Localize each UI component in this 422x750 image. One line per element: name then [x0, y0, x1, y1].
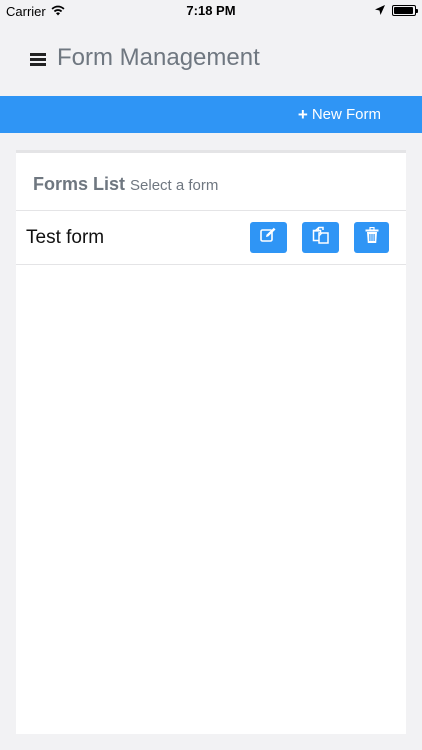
copy-button[interactable] [302, 222, 339, 253]
plus-icon: + [297, 105, 308, 124]
battery-icon [392, 5, 418, 16]
location-arrow-icon [375, 3, 385, 18]
hamburger-icon[interactable] [30, 53, 46, 66]
new-form-label: New Form [311, 106, 381, 123]
status-time: 7:18 PM [186, 3, 236, 18]
copy-icon [312, 226, 330, 249]
trash-icon [365, 226, 379, 249]
delete-button[interactable] [354, 222, 389, 253]
action-bar: + New Form [0, 96, 422, 133]
forms-list-title: Forms List [33, 174, 126, 194]
edit-button[interactable] [250, 222, 287, 253]
app-header: Form Management [0, 22, 422, 96]
status-bar: Carrier 7:18 PM [0, 0, 422, 22]
card-header: Forms List Select a form [16, 153, 406, 211]
page-title: Form Management [57, 44, 260, 71]
edit-icon [259, 227, 278, 248]
status-right [375, 3, 418, 18]
new-form-button[interactable]: + New Form [298, 106, 381, 123]
forms-list-subtitle: Select a form [130, 177, 219, 194]
forms-list-card: Forms List Select a form Test form [16, 150, 406, 734]
list-item[interactable]: Test form [16, 211, 406, 265]
form-name[interactable]: Test form [26, 227, 104, 249]
